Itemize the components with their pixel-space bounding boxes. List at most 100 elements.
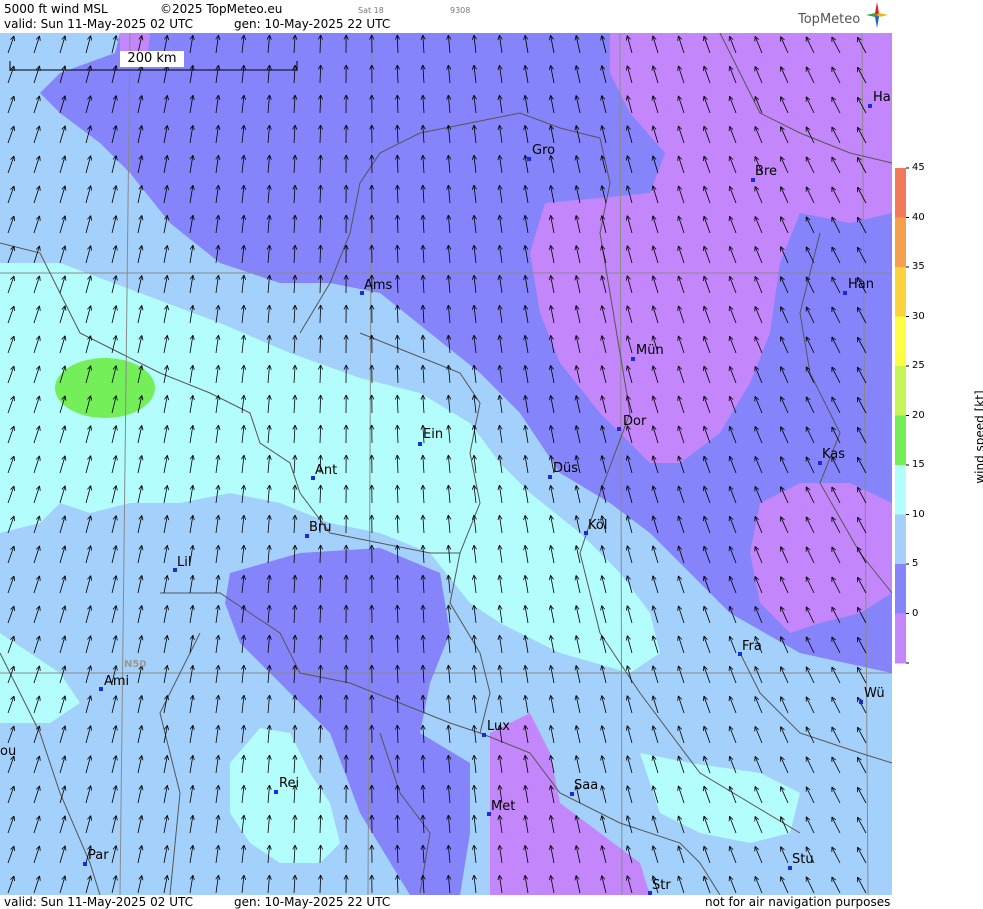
wind-arrow-head (702, 126, 705, 132)
code-label: 9308 (450, 6, 471, 15)
wind-arrow-head (702, 666, 705, 672)
wind-arrow-head (702, 246, 705, 252)
wind-arrow-head (702, 636, 705, 642)
wind-arrow-head (13, 275, 15, 282)
compass-logo-icon (866, 2, 888, 28)
wind-arrow-head (13, 245, 15, 252)
city-label: Bre (755, 164, 777, 179)
wind-arrow-head (13, 515, 15, 522)
wind-arrow-head (702, 726, 705, 732)
header-bar: 5000 ft wind MSL ©2025 TopMeteo.eu Sat 1… (0, 0, 983, 34)
city-label: Gro (532, 143, 556, 158)
wind-arrow-head (13, 335, 15, 342)
city-label: Bru (309, 520, 332, 535)
city-marker (843, 291, 847, 295)
city-label: Han (848, 277, 874, 292)
city-marker (548, 475, 552, 479)
color-bar-tick-label: 45 (912, 162, 925, 173)
color-bar-segment (895, 366, 906, 416)
disclaimer-text: not for air navigation purposes (705, 895, 891, 909)
wind-arrow-head (702, 66, 705, 72)
color-bar-segment (895, 613, 906, 664)
city-label: Str (652, 878, 671, 893)
wind-arrow-head (702, 216, 705, 222)
color-bar-tick-label: 0 (912, 607, 919, 619)
color-bar-tick-label: 40 (912, 211, 925, 223)
city-label: Dor (623, 414, 647, 429)
city-marker (83, 862, 87, 866)
wind-arrow-head (13, 155, 15, 162)
color-bar-segment (895, 415, 906, 466)
color-bar-tick-label: 5 (912, 558, 919, 569)
wind-arrow-head (13, 725, 15, 732)
wind-arrow-head (702, 426, 705, 432)
wind-arrow-head (702, 456, 705, 462)
color-bar-tick-label: 20 (912, 409, 925, 421)
color-bar-segment (895, 465, 906, 515)
scale-bar-label: 200 km (120, 51, 184, 67)
city-marker (418, 442, 422, 446)
city-label: Wü (864, 686, 885, 701)
wind-arrow-head (702, 156, 705, 162)
footer-bar: valid: Sun 11-May-2025 02 UTC gen: 10-Ma… (0, 895, 983, 909)
city-marker (482, 733, 486, 737)
wind-arrow-head (13, 95, 15, 102)
city-label: ou (0, 744, 17, 759)
color-bar-tick-label: 25 (912, 360, 925, 371)
city-marker (527, 157, 531, 161)
footer-gen-time: gen: 10-May-2025 22 UTC (234, 895, 391, 909)
city-label: Rei (279, 776, 300, 791)
city-marker (868, 104, 872, 108)
gen-time: gen: 10-May-2025 22 UTC (234, 17, 391, 31)
wind-arrow-head (13, 365, 15, 372)
city-label: Fra (742, 639, 762, 654)
city-label: Köl (588, 518, 608, 533)
wind-arrow-head (13, 665, 15, 672)
city-label: Kas (822, 447, 846, 462)
product-title: 5000 ft wind MSL (4, 2, 108, 16)
color-bar-segment (895, 514, 906, 565)
wind-arrow-head (702, 696, 705, 702)
wind-map[interactable]: 200 km N50 Gro Bre Ha Ams Han Mün Ein Do… (0, 33, 892, 895)
city-label: Ami (104, 674, 130, 689)
wind-arrow-head (13, 605, 15, 612)
city-label: Ams (364, 278, 393, 293)
color-bar-segment (895, 267, 906, 317)
color-bar-tick-label: 35 (912, 261, 925, 272)
city-marker (631, 357, 635, 361)
city-label: Düs (553, 461, 579, 476)
city-label: Ein (423, 427, 444, 442)
latitude-label: N50 (124, 659, 147, 670)
city-label: Par (88, 848, 109, 863)
color-bar (895, 167, 909, 664)
copyright-text: ©2025 TopMeteo.eu (160, 2, 283, 16)
wind-arrow-head (13, 785, 15, 792)
color-bar-segment (895, 316, 906, 367)
sat-label: Sat 18 (358, 6, 384, 15)
wind-arrow-head (13, 845, 15, 852)
wind-field-20-25 (55, 358, 155, 418)
color-bar-segment (895, 564, 906, 614)
wind-arrow-head (13, 485, 15, 492)
topmeteo-logo-text: TopMeteo (798, 12, 861, 27)
wind-arrow-head (13, 875, 15, 882)
wind-arrow-head (13, 545, 15, 552)
wind-arrow-head (702, 876, 705, 882)
city-label: Ha (873, 90, 891, 105)
wind-arrow-head (13, 815, 15, 822)
city-marker (99, 687, 103, 691)
city-label: Met (491, 799, 516, 814)
wind-arrow-head (702, 546, 705, 552)
wind-arrow-head (13, 305, 15, 312)
wind-arrow-head (702, 606, 705, 612)
color-bar-segment (895, 217, 906, 268)
wind-arrow-head (13, 185, 15, 192)
color-bar-tick-label: 10 (912, 508, 925, 520)
wind-arrow-head (702, 366, 705, 372)
valid-time: valid: Sun 11-May-2025 02 UTC (4, 17, 193, 31)
city-marker (274, 790, 278, 794)
wind-arrow-head (13, 35, 15, 42)
city-label: Lux (487, 719, 510, 734)
wind-arrow-head (702, 756, 705, 762)
wind-arrow-head (13, 695, 15, 702)
